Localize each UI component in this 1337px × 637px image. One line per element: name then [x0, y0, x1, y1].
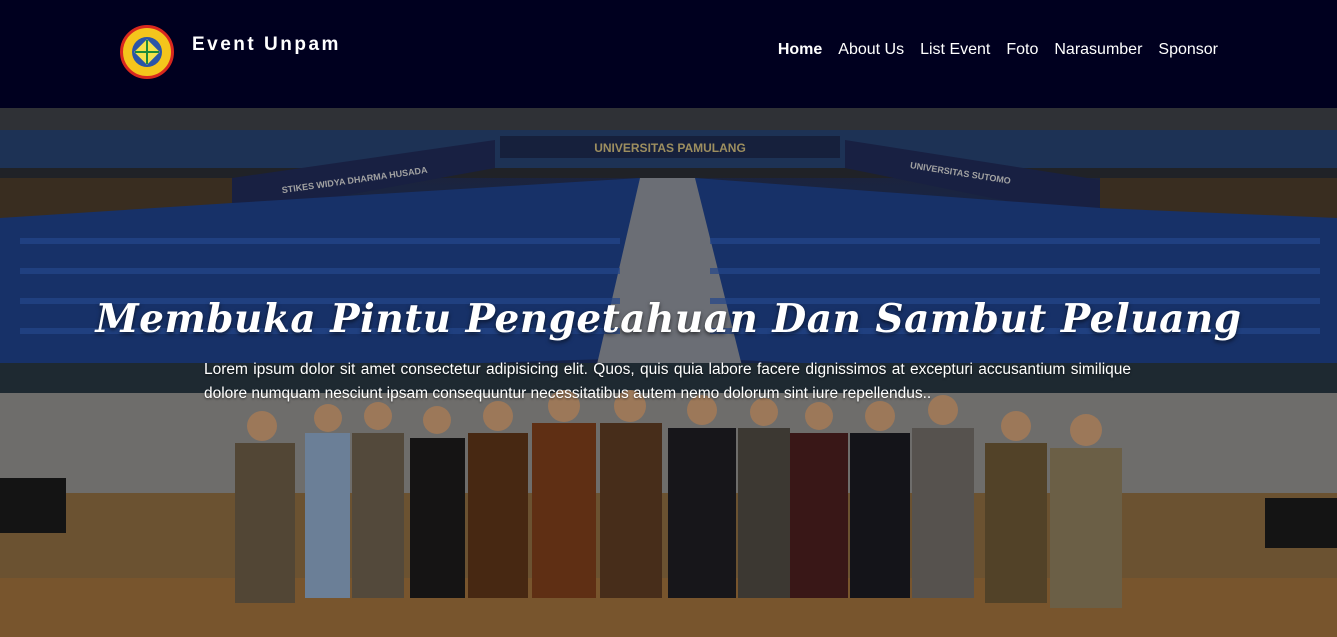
hero-title: Membuka Pintu Pengetahuan Dan Sambut Pel… — [95, 296, 1242, 342]
brand[interactable]: Event Unpam — [120, 25, 341, 79]
nav-item-narasumber[interactable]: Narasumber — [1054, 41, 1142, 59]
nav-item-foto[interactable]: Foto — [1006, 41, 1038, 59]
university-logo-icon[interactable] — [120, 25, 174, 79]
nav-item-sponsor[interactable]: Sponsor — [1158, 41, 1218, 59]
nav-item-about-us[interactable]: About Us — [838, 41, 904, 59]
nav-menu: Home About Us List Event Foto Narasumber… — [762, 41, 1218, 59]
brand-name[interactable]: Event Unpam — [192, 34, 341, 56]
navbar: Event Unpam Home About Us List Event Fot… — [0, 0, 1337, 108]
hero-section: UNIVERSITAS PAMULANG STIKES WIDYA DHARMA… — [0, 108, 1337, 637]
nav-item-list-event[interactable]: List Event — [920, 41, 990, 59]
nav-item-home[interactable]: Home — [778, 41, 822, 59]
hero-description: Lorem ipsum dolor sit amet consectetur a… — [204, 361, 1131, 402]
